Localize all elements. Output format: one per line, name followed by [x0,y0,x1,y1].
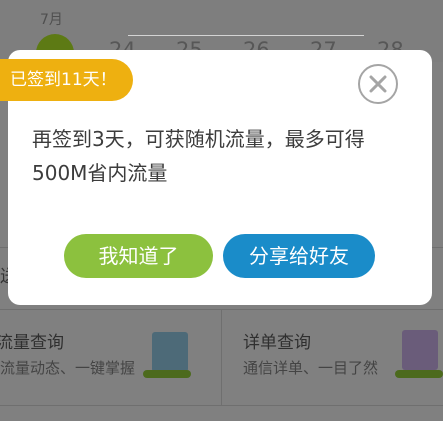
tile-subtitle-call-details: 通信详单、一目了然 [243,359,379,377]
calendar-month: 7月 [40,12,63,28]
dialog-message: 再签到3天，可获随机流量，最多可得500M省内流量 [32,127,365,185]
phone-illustration-icon [152,332,188,372]
grass-illustration-icon [395,370,443,378]
signin-streak-badge: 已签到11天！ [0,59,133,101]
close-button[interactable] [358,64,398,104]
tile-title-data-usage: 流量查询 [0,333,64,353]
divider [221,309,222,405]
divider [0,405,443,406]
got-it-button[interactable]: 我知道了 [64,234,213,278]
grass-illustration-icon [143,370,191,378]
dialog-top-divider [128,35,364,36]
tile-subtitle-data-usage: 流量动态、一键掌握 [0,359,136,377]
document-illustration-icon [402,330,438,370]
tile-title-call-details: 详单查询 [243,333,311,353]
close-icon [369,75,387,93]
share-button[interactable]: 分享给好友 [223,234,375,278]
